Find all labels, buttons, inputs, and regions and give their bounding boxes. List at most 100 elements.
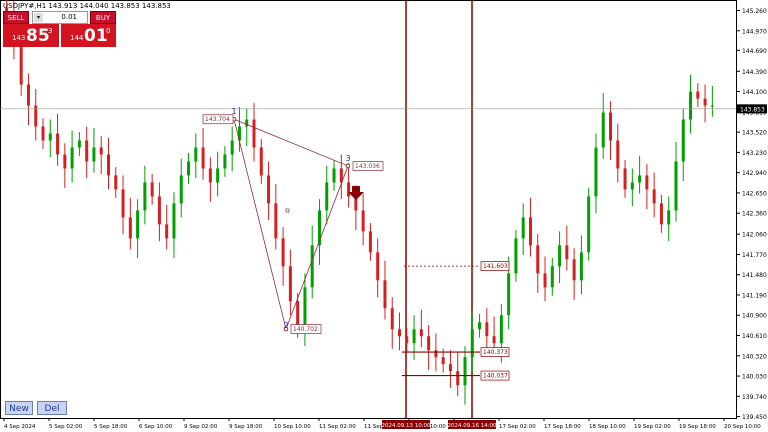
candle-body <box>172 203 176 239</box>
candle-body <box>405 336 409 344</box>
candle-body <box>536 245 540 274</box>
candle-body <box>579 252 583 281</box>
candle-body <box>652 189 656 204</box>
candle-body <box>630 182 634 190</box>
candle-body <box>456 371 460 386</box>
candle-body <box>710 105 714 107</box>
candle-body <box>528 217 532 246</box>
candle-body <box>361 210 365 232</box>
candle-body <box>223 154 227 169</box>
price-tick-label: 143.520 <box>742 130 767 137</box>
time-tick-label: 9 Sep 18:00 <box>229 424 263 430</box>
pattern-point[interactable] <box>345 163 351 169</box>
price-tick-label: 141.190 <box>742 292 767 299</box>
chart-window: 145.260 144.970 144.690 144.390 144.100 143.8… <box>0 0 768 432</box>
candle-body <box>434 350 438 358</box>
del-button[interactable]: Del <box>37 401 67 415</box>
price-tick-label: 142.650 <box>742 190 767 197</box>
time-tick-label: 18 Sep 10:00 <box>589 424 626 430</box>
sell-price-box[interactable]: 143 85 3 <box>3 24 59 47</box>
new-button[interactable]: New <box>5 401 33 415</box>
buy-price-box[interactable]: 144 01 0 <box>61 24 116 47</box>
pattern-center-marker <box>285 208 290 213</box>
time-tick-label: 4 Sep 2024 <box>4 424 36 430</box>
candle-body <box>645 175 649 190</box>
level-price-label: 140.037 <box>483 373 508 380</box>
buy-button[interactable]: BUY <box>90 11 116 24</box>
candle-body <box>485 322 489 337</box>
candle-body <box>448 364 452 372</box>
price-tick-label: 142.940 <box>742 170 767 177</box>
candle-body <box>623 168 627 190</box>
time-tick-label: 20 Sep 10:00 <box>724 424 761 430</box>
candle-body <box>92 147 96 162</box>
time-tick-label: 9 Sep 02:00 <box>184 424 218 430</box>
candle-body <box>667 210 671 225</box>
candle-body <box>252 119 256 148</box>
candle-body <box>398 329 402 337</box>
candle-body <box>674 161 678 211</box>
time-highlight-label: 2024.09.13 10:00 <box>381 423 431 429</box>
time-tick-label: 10 Sep 10:00 <box>274 424 311 430</box>
candle-body <box>499 315 503 344</box>
sell-price-prefix: 143 <box>12 34 26 42</box>
lot-size-input[interactable]: ▾ 0.01 <box>32 11 88 24</box>
candle-body <box>412 329 416 344</box>
candle-body <box>347 182 351 197</box>
price-tick-label: 140.320 <box>742 353 767 360</box>
pattern-point-number: 3 <box>345 154 350 163</box>
candle-body <box>543 273 547 288</box>
candle-body <box>310 245 314 288</box>
candle-body <box>245 119 249 127</box>
chevron-down-icon[interactable]: ▾ <box>34 13 43 22</box>
pattern-price-label: 140.702 <box>293 326 318 333</box>
candle-body <box>121 189 125 218</box>
candle-body <box>689 91 693 120</box>
candle-body <box>230 140 234 155</box>
candle-body <box>376 252 380 281</box>
candle-body <box>281 238 285 267</box>
current-price-label: 143.853 <box>740 106 765 113</box>
candle-body <box>26 84 30 106</box>
harmonic-pattern-connector[interactable] <box>233 118 349 167</box>
candle-body <box>165 224 169 239</box>
price-chart[interactable]: 145.260 144.970 144.690 144.390 144.100 143.8… <box>0 0 768 432</box>
candle-body <box>601 112 605 148</box>
candle-body <box>288 266 292 302</box>
time-highlight-label: 2024.09.16 14:00 <box>447 423 497 429</box>
candle-body <box>463 357 467 386</box>
price-tick-label: 142.060 <box>742 232 767 239</box>
candle-body <box>492 336 496 344</box>
level-price-label: 140.373 <box>483 349 508 356</box>
time-tick-label: 6 Sep 10:00 <box>139 424 173 430</box>
price-tick-label: 143.230 <box>742 150 767 157</box>
candle-body <box>478 322 482 330</box>
candle-body <box>325 182 329 211</box>
candle-body <box>587 196 591 253</box>
candle-body <box>332 168 336 183</box>
price-tick-label: 140.030 <box>742 374 767 381</box>
candle-body <box>616 140 620 169</box>
candle-body <box>470 329 474 358</box>
candle-body <box>368 231 372 253</box>
price-tick-label: 139.740 <box>742 394 767 401</box>
candle-body <box>114 175 118 190</box>
buy-price-prefix: 144 <box>70 34 84 42</box>
candle-body <box>48 133 52 141</box>
candle-body <box>128 217 132 239</box>
candle-body <box>419 329 423 337</box>
price-tick-label: 145.260 <box>742 8 767 15</box>
sell-price-big: 85 <box>26 26 50 46</box>
candle-body <box>150 182 154 197</box>
candle-body <box>441 357 445 365</box>
pattern-price-label: 143.704 <box>205 116 230 123</box>
candle-body <box>194 147 198 162</box>
pattern-price-label: 143.036 <box>355 163 380 170</box>
candle-body <box>383 280 387 309</box>
symbol-info: USDJPY#,H1 143.913 144.040 143.853 143.8… <box>3 2 171 10</box>
candle-body <box>157 196 161 225</box>
candle-body <box>267 175 271 204</box>
price-tick-label: 141.770 <box>742 252 767 259</box>
sell-button[interactable]: SELL <box>3 11 29 24</box>
candle-body <box>594 147 598 197</box>
